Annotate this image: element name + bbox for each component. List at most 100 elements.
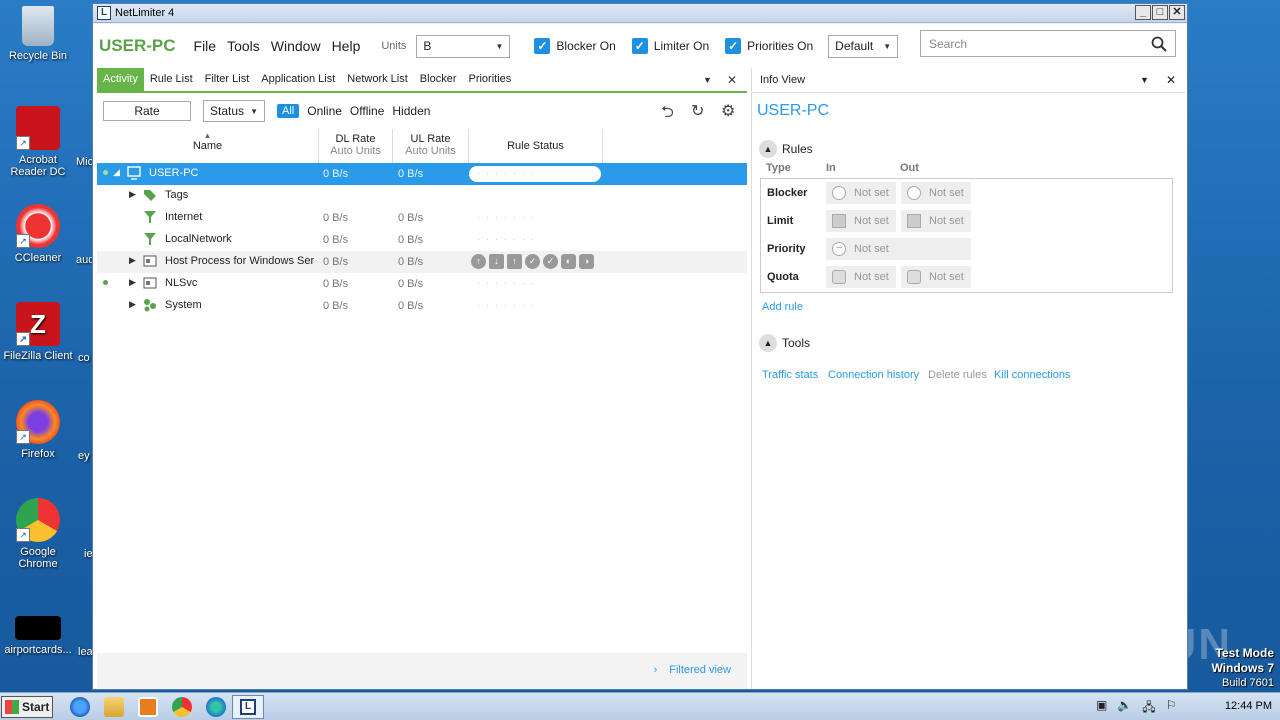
table-row[interactable]: ▶ Tags (97, 185, 747, 207)
network-icon[interactable]: 🖧 (1142, 698, 1155, 719)
arrow-up-square-icon: ↑ (507, 254, 522, 269)
tag-icon (144, 190, 156, 201)
expand-icon[interactable]: ▶ (129, 277, 136, 288)
system-tray: ▣ 🔈 🖧 ⚐ (1096, 698, 1176, 719)
maximize-button[interactable]: □ (1152, 5, 1168, 20)
column-name[interactable]: ▲ Name (97, 129, 319, 163)
start-button[interactable]: Start (1, 696, 53, 718)
expand-icon[interactable]: ▶ (129, 255, 136, 266)
rules-section-header[interactable]: ▲ Rules (759, 140, 1185, 158)
search-box[interactable]: Search (920, 30, 1176, 57)
desktop-icon-ccleaner[interactable]: ↗ CCleaner (0, 204, 76, 264)
quota-in-cell[interactable]: Not set (826, 266, 896, 288)
blocker-out-cell[interactable]: Not set (901, 182, 971, 204)
sort-up-icon: ▲ (203, 131, 212, 140)
desktop-icon-recycle-bin[interactable]: Recycle Bin (0, 6, 76, 62)
table-row[interactable]: ◢ USER-PC 0 B/s 0 B/s ······· (97, 163, 747, 185)
table-row[interactable]: ▶ System 0 B/s 0 B/s ······· (97, 295, 747, 317)
filter-hidden[interactable]: Hidden (392, 104, 430, 118)
blocker-in-cell[interactable]: Not set (826, 182, 896, 204)
desktop-icon-label: airportcards... (4, 644, 72, 656)
desktop-icon-filezilla[interactable]: Z ↗ FileZilla Client (0, 302, 76, 362)
blocker-on-checkbox[interactable]: ✓ Blocker On (534, 38, 616, 54)
file-explorer-icon[interactable] (104, 697, 124, 717)
arrow-up-circle-icon: ↑ (471, 254, 486, 269)
table-row[interactable]: ▶ NLSvc 0 B/s 0 B/s ······· (97, 273, 747, 295)
desktop-icon-firefox[interactable]: ↗ Firefox (0, 400, 76, 460)
column-dl-rate[interactable]: DL Rate Auto Units (319, 129, 393, 163)
start-label: Start (22, 700, 50, 714)
limiter-on-checkbox[interactable]: ✓ Limiter On (631, 38, 709, 54)
tab-activity[interactable]: Activity (97, 68, 144, 91)
column-rule-status[interactable]: Rule Status (469, 129, 603, 163)
close-info-view-icon[interactable]: ✕ (1166, 73, 1176, 87)
filtered-view-link[interactable]: › Filtered view (654, 664, 731, 676)
tab-priorities[interactable]: Priorities (462, 68, 517, 91)
tab-network-list[interactable]: Network List (341, 68, 414, 91)
media-player-icon[interactable] (138, 697, 158, 717)
tab-rule-list[interactable]: Rule List (144, 68, 199, 91)
table-row[interactable]: ▶ Host Process for Windows Ser 0 B/s 0 B… (97, 251, 747, 273)
netlimiter-taskbar-button[interactable]: L (232, 695, 264, 719)
chrome-taskbar-icon[interactable] (172, 697, 192, 717)
refresh-icon[interactable]: ↻ (691, 101, 704, 121)
collapse-icon[interactable]: ◢ (113, 167, 120, 178)
priority-cell[interactable]: – Not set (826, 238, 971, 260)
column-ul-rate[interactable]: UL Rate Auto Units (393, 129, 469, 163)
desktop-icon-airportcards[interactable]: airportcards... (0, 616, 76, 656)
tab-application-list[interactable]: Application List (255, 68, 341, 91)
chrome-icon: ↗ (16, 498, 60, 542)
title-bar[interactable]: L NetLimiter 4 _ □ ✕ (93, 4, 1187, 23)
menu-tools[interactable]: Tools (227, 38, 260, 54)
menu-window[interactable]: Window (271, 38, 321, 54)
tab-menu-chevron-icon[interactable]: ▼ (703, 75, 712, 85)
action-center-flag-icon[interactable]: ⚐ (1166, 698, 1177, 719)
priorities-on-checkbox[interactable]: ✓ Priorities On (725, 38, 813, 54)
desktop-icon-label: CCleaner (14, 252, 62, 264)
kill-connections-link[interactable]: Kill connections (994, 369, 1070, 381)
undo-icon[interactable]: ⮌ (661, 101, 674, 128)
internet-explorer-icon[interactable] (70, 697, 90, 717)
desktop-icon-chrome[interactable]: ↗ Google Chrome (0, 498, 76, 570)
tab-blocker[interactable]: Blocker (414, 68, 463, 91)
rule-status-bar: ······· (477, 234, 540, 244)
filter-icon (144, 211, 156, 223)
rate-filter-input[interactable]: Rate (103, 101, 191, 121)
netlimiter-tray-icon[interactable]: ▣ (1096, 698, 1107, 719)
units-label: Units (381, 40, 407, 52)
netlimiter-app-icon: L (97, 6, 111, 20)
expand-icon[interactable]: ▶ (129, 189, 136, 200)
info-view-header: Info View ▼ ✕ (752, 68, 1185, 93)
volume-icon[interactable]: 🔈 (1117, 698, 1132, 719)
filter-all[interactable]: All (277, 104, 300, 118)
expand-icon[interactable]: ▶ (129, 299, 136, 310)
rule-status-icons: ↑ ↓ ↑ ✓ ✓ ◐ ◑ (471, 254, 594, 269)
units-select[interactable]: B ▼ (416, 34, 511, 58)
desktop-icon-acrobat[interactable]: ↗ Acrobat Reader DC (0, 106, 76, 178)
delete-rules-link[interactable]: Delete rules (928, 369, 987, 381)
gear-icon[interactable]: ⚙ (721, 101, 735, 121)
quota-out-cell[interactable]: Not set (901, 266, 971, 288)
profile-select[interactable]: Default ▼ (828, 34, 899, 58)
info-menu-chevron-icon[interactable]: ▼ (1140, 75, 1149, 85)
clock[interactable]: 12:44 PM (1225, 700, 1272, 712)
status-select[interactable]: Status ▼ (203, 100, 265, 122)
close-button[interactable]: ✕ (1169, 5, 1185, 20)
edge-icon[interactable] (206, 697, 226, 717)
menu-file[interactable]: File (194, 38, 217, 54)
minimize-button[interactable]: _ (1135, 5, 1151, 20)
connection-history-link[interactable]: Connection history (828, 369, 919, 381)
filter-offline[interactable]: Offline (350, 104, 384, 118)
limit-out-cell[interactable]: Not set (901, 210, 971, 232)
tools-section-header[interactable]: ▲ Tools (759, 334, 810, 352)
close-pane-icon[interactable]: ✕ (727, 73, 737, 87)
table-row[interactable]: Internet 0 B/s 0 B/s ······· (97, 207, 747, 229)
tab-filter-list[interactable]: Filter List (199, 68, 256, 91)
limit-in-cell[interactable]: Not set (826, 210, 896, 232)
filter-online[interactable]: Online (307, 104, 342, 118)
traffic-stats-link[interactable]: Traffic stats (762, 369, 818, 381)
menu-help[interactable]: Help (332, 38, 361, 54)
add-rule-link[interactable]: Add rule (762, 301, 803, 313)
rule-status-bar: ······· (477, 300, 540, 310)
table-row[interactable]: LocalNetwork 0 B/s 0 B/s ······· (97, 229, 747, 251)
